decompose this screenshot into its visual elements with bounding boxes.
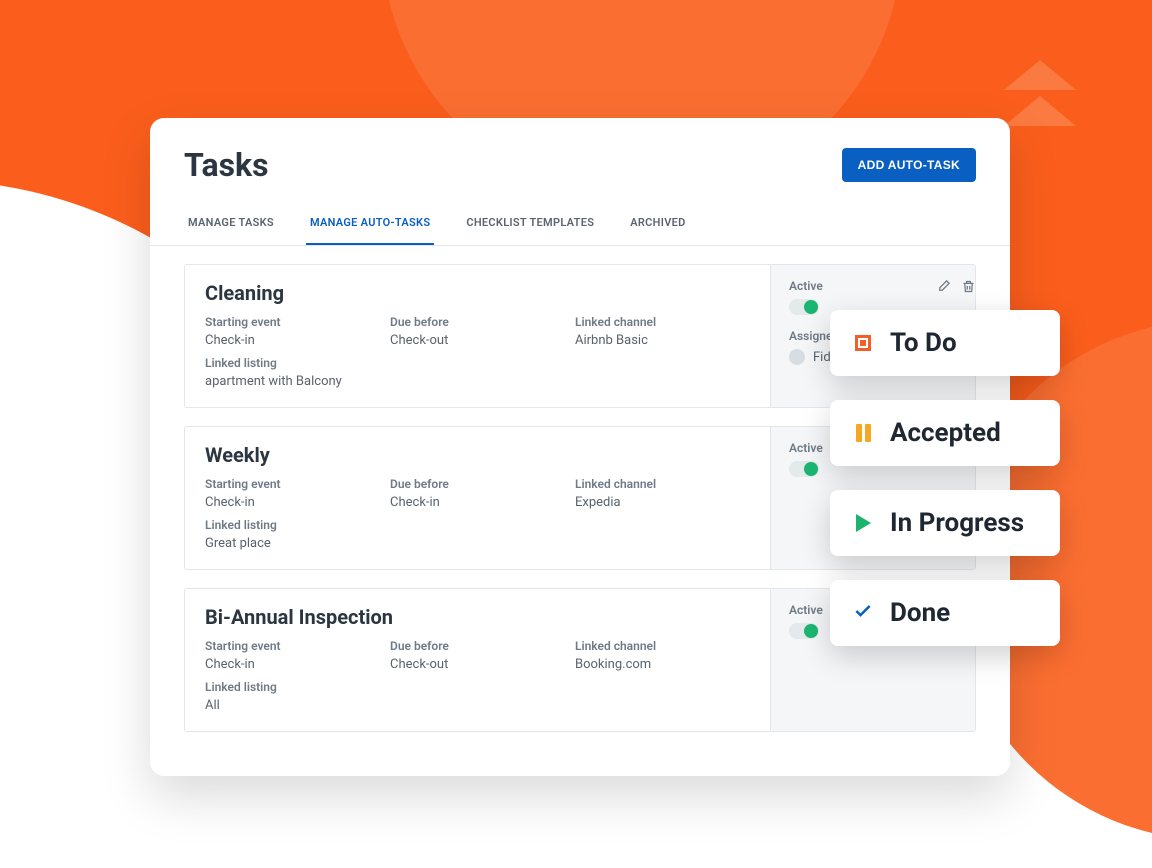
task-title: Weekly [205, 443, 750, 467]
chevron-up-icon [1004, 60, 1094, 132]
field-label: Linked channel [575, 477, 750, 491]
status-label: Accepted [890, 418, 1001, 448]
field-value: Check-in [205, 495, 380, 510]
field-value: Booking.com [575, 657, 750, 672]
field-label: Starting event [205, 639, 380, 653]
field-value: Check-in [205, 657, 380, 672]
field-value: Check-in [205, 333, 380, 348]
status-chip-accepted[interactable]: Accepted [830, 400, 1060, 466]
field-value: All [205, 698, 380, 713]
tab-manage-auto-tasks[interactable]: MANAGE AUTO-TASKS [306, 206, 434, 245]
field-value: Great place [205, 536, 380, 551]
edit-icon[interactable] [936, 279, 951, 294]
tab-checklist-templates[interactable]: CHECKLIST TEMPLATES [462, 206, 598, 245]
status-label: To Do [890, 328, 957, 358]
field-value: Expedia [575, 495, 750, 510]
tab-manage-tasks[interactable]: MANAGE TASKS [184, 206, 278, 245]
check-icon [852, 602, 874, 624]
active-toggle[interactable] [789, 461, 819, 477]
todo-icon [852, 332, 874, 354]
task-title: Bi-Annual Inspection [205, 605, 750, 629]
field-value: Check-out [390, 657, 565, 672]
avatar [789, 349, 805, 365]
status-label: In Progress [890, 508, 1024, 538]
field-label: Due before [390, 315, 565, 329]
field-label: Linked listing [205, 518, 380, 532]
task-title: Cleaning [205, 281, 750, 305]
field-value: Airbnb Basic [575, 333, 750, 348]
status-chip-in-progress[interactable]: In Progress [830, 490, 1060, 556]
status-chips: To Do Accepted In Progress Done [830, 310, 1060, 646]
field-value: Check-out [390, 333, 565, 348]
add-auto-task-button[interactable]: ADD AUTO-TASK [842, 148, 976, 182]
page-title: Tasks [184, 146, 269, 184]
active-toggle[interactable] [789, 299, 819, 315]
field-label: Due before [390, 639, 565, 653]
field-label: Linked listing [205, 356, 380, 370]
tab-archived[interactable]: ARCHIVED [626, 206, 689, 245]
field-label: Linked channel [575, 639, 750, 653]
field-label: Starting event [205, 315, 380, 329]
pause-icon [852, 422, 874, 444]
field-value: Check-in [390, 495, 565, 510]
status-label: Done [890, 598, 950, 628]
status-chip-todo[interactable]: To Do [830, 310, 1060, 376]
field-label: Starting event [205, 477, 380, 491]
field-label: Linked channel [575, 315, 750, 329]
active-toggle[interactable] [789, 623, 819, 639]
status-chip-done[interactable]: Done [830, 580, 1060, 646]
play-icon [852, 512, 874, 534]
field-label: Due before [390, 477, 565, 491]
tabs: MANAGE TASKS MANAGE AUTO-TASKS CHECKLIST… [150, 206, 1010, 246]
trash-icon[interactable] [961, 279, 976, 294]
field-value: apartment with Balcony [205, 374, 380, 389]
field-label: Linked listing [205, 680, 380, 694]
